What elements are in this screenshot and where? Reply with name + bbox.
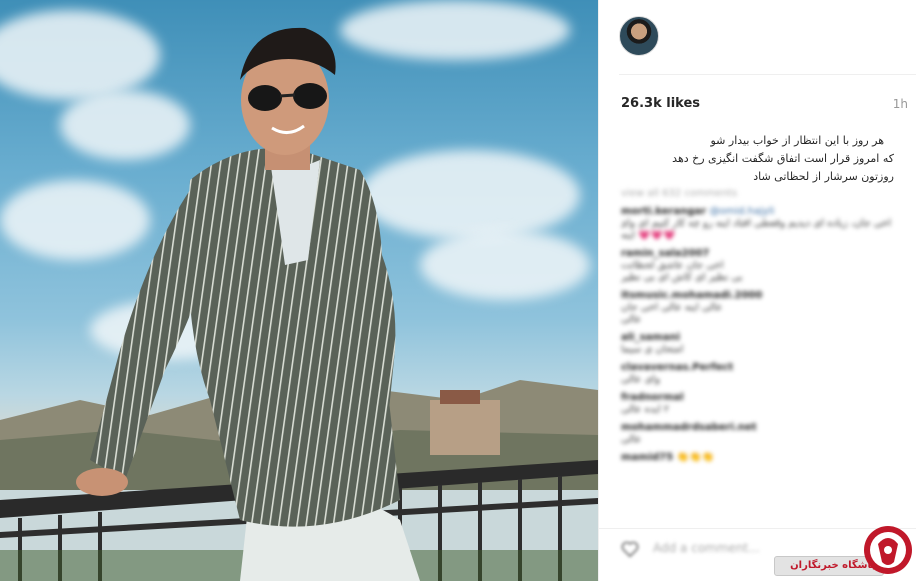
comment-user[interactable]: ramin_sala2007: [621, 248, 891, 260]
post-caption: هر روز با این انتظار از خواب بیدار شو که…: [624, 132, 894, 186]
comment-user[interactable]: ali_samani: [621, 332, 891, 344]
heart-icon[interactable]: [621, 541, 639, 557]
comment-user[interactable]: morti.kerangar @omid.hajyli: [621, 206, 891, 218]
comment-text: ۲ ایده عالی: [621, 404, 670, 415]
avatar[interactable]: [619, 16, 659, 56]
comment-text: عالی: [621, 434, 642, 445]
person: [76, 27, 420, 581]
post-time[interactable]: 1h: [893, 97, 908, 111]
comment-text: عالی: [621, 314, 642, 325]
likes-count[interactable]: 26.3k likes: [621, 96, 700, 111]
comment-text: آخی جان، زیاده ای دیدیم وقعطی افتاد اینه…: [621, 218, 891, 229]
comments-list: view all 632 comments morti.kerangar @om…: [621, 188, 891, 464]
comment-text: عالی اینه عالی آخی جان: [621, 302, 723, 313]
comment-user[interactable]: mamid75 👏👏👏: [621, 452, 891, 464]
view-all-comments[interactable]: view all 632 comments: [621, 188, 891, 200]
caption-line: که امروز قرار است اتفاق شگفت انگیزی رخ د…: [672, 152, 894, 165]
caption-line: هر روز با این انتظار از خواب بیدار شو: [710, 134, 885, 147]
post-side-panel: 26.3k likes 1h هر روز با این انتظار از خ…: [598, 0, 916, 581]
comment-user[interactable]: clavavernas.Perfect: [621, 362, 891, 374]
comment-text: آخی جان عاشق لحظاتت: [621, 260, 724, 271]
divider: [619, 74, 916, 75]
comment-user[interactable]: mohammadrdsaberi.net: [621, 422, 891, 434]
comment-text: 💗💗💗 اینه: [621, 230, 676, 241]
comment-user[interactable]: itsmusic.mohamadi.2000: [621, 290, 891, 302]
comment-user[interactable]: fradnormal: [621, 392, 891, 404]
caption-line: روزتون سرشار از لحظاتی شاد: [753, 170, 894, 183]
news-agency-logo-icon: [864, 526, 912, 574]
comment-text: امتحان ی سیما: [621, 344, 684, 355]
comment-text: وای عالی: [621, 374, 661, 385]
add-comment-input[interactable]: Add a comment...: [653, 541, 760, 555]
post-photo[interactable]: [0, 0, 598, 581]
comment-text: بی نظیر ای کاش ای بی نظیر: [621, 272, 743, 283]
